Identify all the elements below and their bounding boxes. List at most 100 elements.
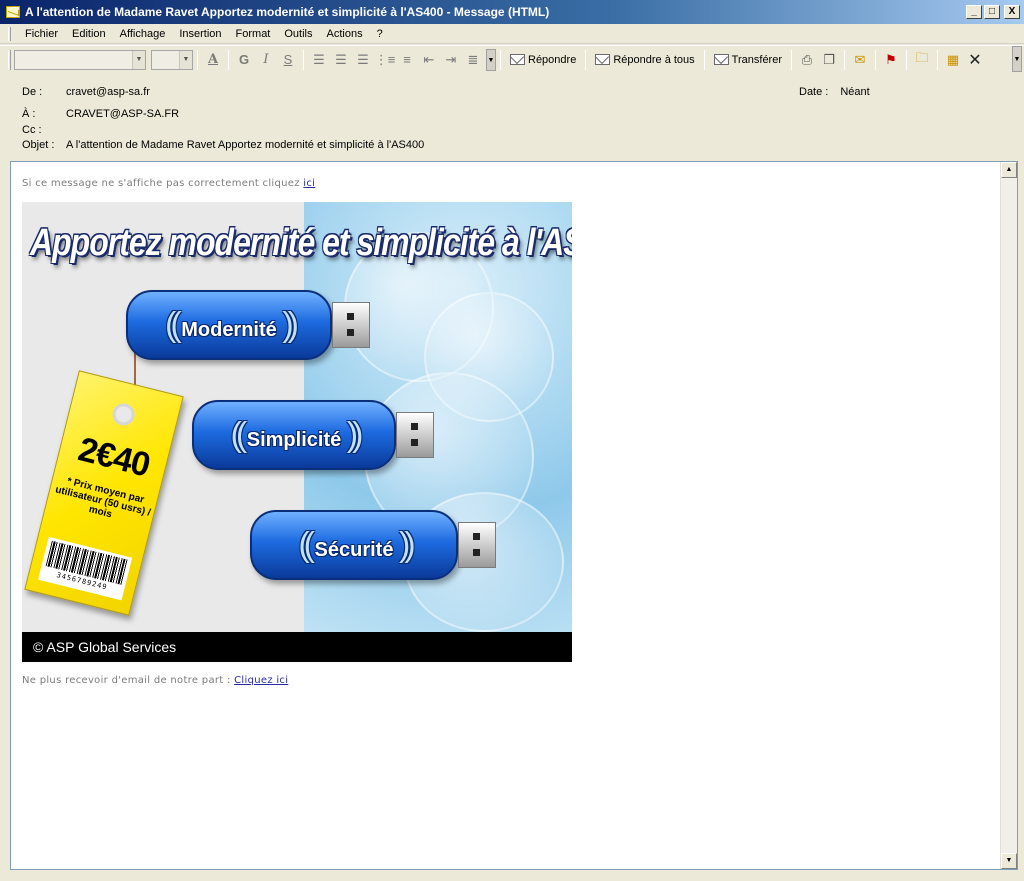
unsubscribe-line: Ne plus recevoir d'email de notre part :… xyxy=(22,675,288,686)
minimize-button[interactable]: _ xyxy=(966,5,982,19)
bullets-icon[interactable]: ⋮≡ xyxy=(374,49,396,71)
reply-all-button[interactable]: Répondre à tous xyxy=(590,49,699,71)
toolbar: ▼ ▼ A G I S ☰ ☰ ☰ ⋮≡ ≡ ⇤ ⇥ ≣ ▼ Répondre … xyxy=(0,45,1024,73)
categories-icon[interactable]: ▦ xyxy=(942,49,964,71)
usb-label-securite: (( Sécurité )) xyxy=(298,526,415,564)
tag-hole xyxy=(110,401,137,428)
align-center-icon[interactable]: ☰ xyxy=(330,49,352,71)
toolbar-separator xyxy=(228,49,229,70)
title-bar: A l'attention de Madame Ravet Apportez m… xyxy=(0,0,1024,24)
vertical-scrollbar[interactable]: ▲ ▼ xyxy=(1000,162,1017,869)
maximize-button[interactable]: □ xyxy=(984,5,1000,19)
underline-icon[interactable]: S xyxy=(277,49,299,71)
from-value[interactable]: cravet@asp-sa.fr xyxy=(66,86,150,98)
reply-label: Répondre xyxy=(528,53,577,66)
menubar-grip[interactable] xyxy=(8,26,11,41)
date-value: Néant xyxy=(840,86,870,98)
toolbar-separator xyxy=(703,49,705,70)
chevron-down-icon: ▼ xyxy=(179,50,192,69)
toolbar-separator xyxy=(303,49,304,70)
key-securite-text: Sécurité xyxy=(314,539,394,561)
menu-help[interactable]: ? xyxy=(370,28,390,40)
menu-affichage[interactable]: Affichage xyxy=(113,28,173,40)
bold-icon[interactable]: G xyxy=(233,49,255,71)
font-name-combo[interactable]: ▼ xyxy=(14,49,146,70)
envelope-icon xyxy=(6,6,20,18)
close-button[interactable]: X xyxy=(1004,5,1020,19)
usb-label-simplicite: (( Simplicité )) xyxy=(230,416,364,454)
font-color-icon[interactable]: A xyxy=(202,49,224,71)
menu-fichier[interactable]: Fichier xyxy=(18,28,65,40)
toolbar-separator xyxy=(500,49,501,70)
message-body[interactable]: Si ce message ne s'affiche pas correctem… xyxy=(10,161,1018,870)
forward-icon xyxy=(713,54,729,65)
toolbar-separator xyxy=(906,49,907,70)
to-value[interactable]: CRAVET@ASP-SA.FR xyxy=(66,108,179,120)
delete-icon[interactable]: ✕ xyxy=(964,49,986,71)
menu-bar: Fichier Edition Affichage Insertion Form… xyxy=(0,24,1024,44)
increase-indent-icon[interactable]: ⇥ xyxy=(440,49,462,71)
reply-all-icon xyxy=(595,54,611,65)
cc-row: Cc : xyxy=(22,124,66,136)
usb-plug xyxy=(458,522,496,568)
menu-format[interactable]: Format xyxy=(229,28,278,40)
toolbar-separator xyxy=(875,49,876,70)
from-label: De : xyxy=(22,86,43,98)
promo-banner-image[interactable]: Apportez modernité et simplicité à l'AS4… xyxy=(22,202,572,662)
price-tag: 2€40 * Prix moyen par utilisateur (50 us… xyxy=(24,370,184,616)
decrease-indent-icon[interactable]: ⇤ xyxy=(418,49,440,71)
window-bottom-edge xyxy=(0,876,1024,881)
print-icon[interactable]: ⎙ xyxy=(796,49,818,71)
display-notice-text: Si ce message ne s'affiche pas correctem… xyxy=(22,178,300,189)
banner-headline: Apportez modernité et simplicité à l'AS4… xyxy=(30,220,572,264)
forward-label: Transférer xyxy=(731,53,782,66)
barcode: 3456789249 xyxy=(38,536,133,601)
key-modernite-text: Modernité xyxy=(181,319,277,341)
numbering-icon[interactable]: ≡ xyxy=(396,49,418,71)
usb-plug xyxy=(332,302,370,348)
unsubscribe-text: Ne plus recevoir d'email de notre part : xyxy=(22,675,231,686)
highlight-icon[interactable]: ≣ xyxy=(462,49,484,71)
scroll-down-icon[interactable]: ▼ xyxy=(1001,853,1017,869)
toolbar-overflow-icon[interactable]: ▼ xyxy=(486,48,496,71)
subject-label: Objet : xyxy=(22,139,55,151)
subject-value: A l'attention de Madame Ravet Apportez m… xyxy=(66,139,425,151)
italic-icon[interactable]: I xyxy=(255,49,277,71)
date-label: Date : xyxy=(799,86,829,98)
align-left-icon[interactable]: ☰ xyxy=(308,49,330,71)
date-row: Date : Néant xyxy=(799,86,870,98)
forward-button[interactable]: Transférer xyxy=(709,49,787,71)
to-row: À : CRAVET@ASP-SA.FR xyxy=(22,108,179,120)
reply-icon xyxy=(510,54,525,65)
menu-outils[interactable]: Outils xyxy=(277,28,319,40)
mark-unread-icon[interactable]: ✉ xyxy=(849,49,871,71)
scroll-up-icon[interactable]: ▲ xyxy=(1001,162,1017,178)
to-label: À : xyxy=(22,108,36,120)
toolbar-separator xyxy=(937,49,938,70)
font-size-combo[interactable]: ▼ xyxy=(151,49,193,70)
menu-insertion[interactable]: Insertion xyxy=(172,28,228,40)
menu-actions[interactable]: Actions xyxy=(320,28,370,40)
flag-icon[interactable]: ⚑ xyxy=(880,49,902,71)
toolbar-options-icon[interactable]: ▼ xyxy=(1012,46,1022,72)
toolbar-grip[interactable] xyxy=(8,49,11,70)
toolbar-separator xyxy=(791,49,792,70)
display-notice: Si ce message ne s'affiche pas correctem… xyxy=(22,178,315,189)
toolbar-separator xyxy=(844,49,845,70)
unsubscribe-link[interactable]: Cliquez ici xyxy=(234,675,288,686)
from-row: De : cravet@asp-sa.fr xyxy=(22,86,150,98)
align-right-icon[interactable]: ☰ xyxy=(352,49,374,71)
menu-edition[interactable]: Edition xyxy=(65,28,113,40)
display-notice-link[interactable]: ici xyxy=(303,178,315,189)
banner-footer: © ASP Global Services xyxy=(22,632,572,662)
chevron-down-icon: ▼ xyxy=(132,50,145,69)
usb-label-modernite: (( Modernité )) xyxy=(165,306,299,344)
copy-icon[interactable]: ❐ xyxy=(818,49,840,71)
toolbar-separator xyxy=(585,49,587,70)
reply-all-label: Répondre à tous xyxy=(613,53,695,66)
reply-button[interactable]: Répondre xyxy=(505,49,581,71)
move-to-folder-icon[interactable]: 🗀 xyxy=(911,49,933,71)
key-simplicite-text: Simplicité xyxy=(246,429,342,451)
subject-row: Objet : A l'attention de Madame Ravet Ap… xyxy=(22,139,424,151)
window-controls: _ □ X xyxy=(966,5,1020,19)
